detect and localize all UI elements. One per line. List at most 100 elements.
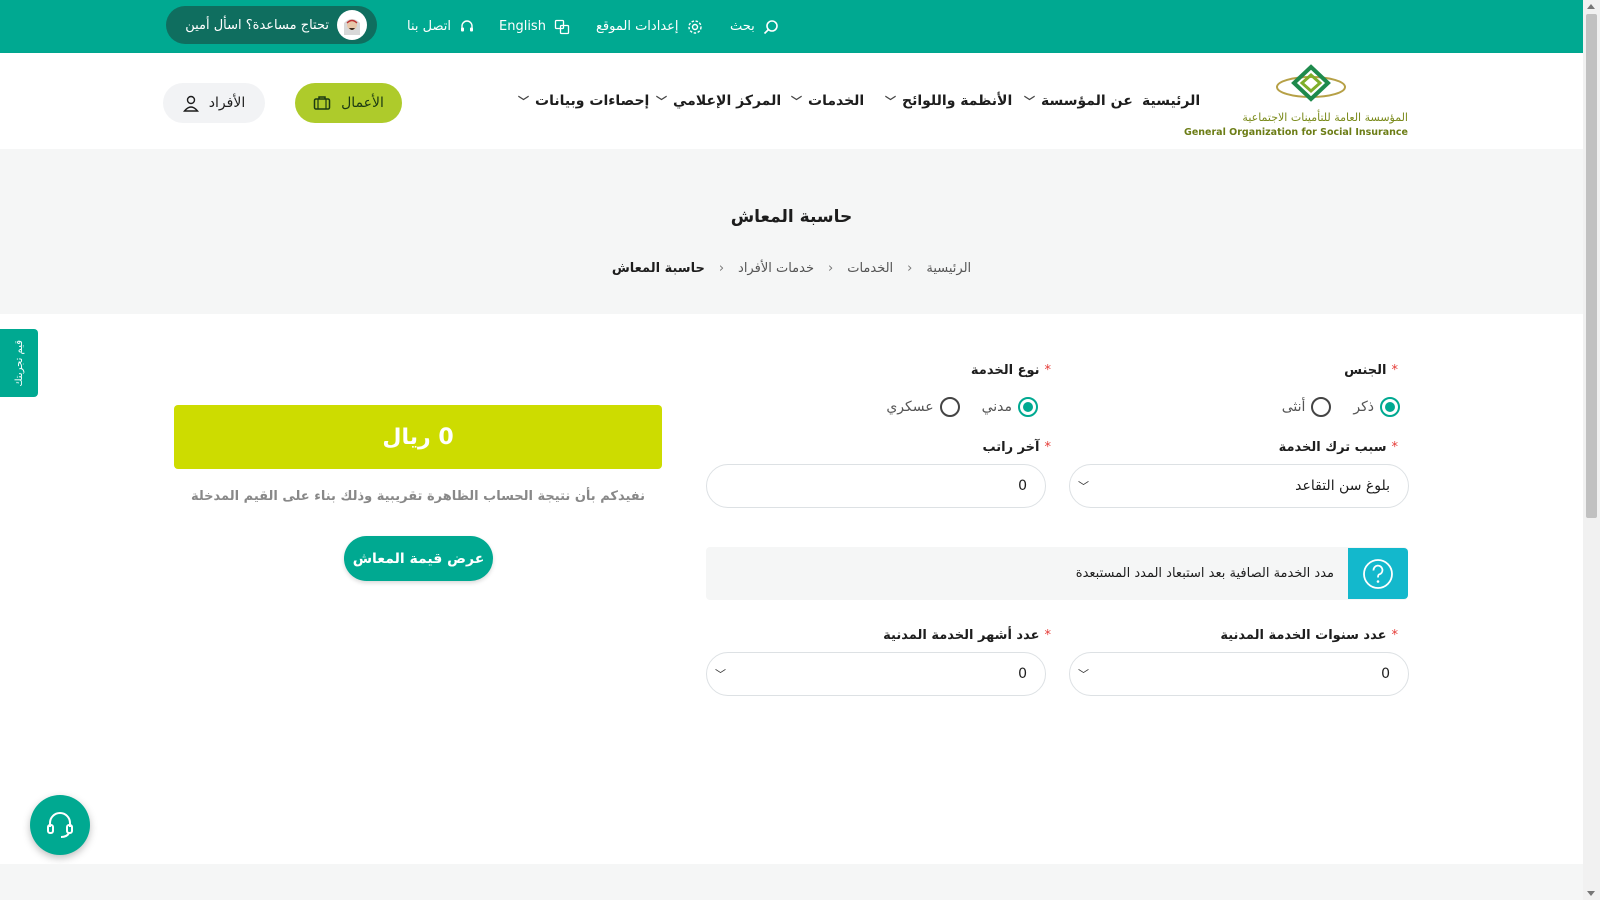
approximation-note: نفيدكم بأن نتيجة الحساب الظاهرة تقريبية …: [190, 489, 646, 504]
nav-label: الرئيسية: [1142, 93, 1201, 109]
chevron-down-icon: ﹀: [656, 95, 667, 108]
gender-option-female[interactable]: أنثى: [1282, 397, 1332, 417]
service-duration-info: مدد الخدمة الصافية بعد استبعاد المدد الم…: [706, 547, 1408, 600]
pension-result: 0 ريال: [174, 405, 662, 469]
nav-item-statistics[interactable]: إحصاءات وبيانات ﹀: [518, 53, 649, 149]
language-switch[interactable]: English: [499, 0, 570, 53]
required-asterisk: *: [1044, 363, 1052, 378]
question-circle-icon: [1348, 548, 1408, 599]
briefcase-icon: [313, 96, 331, 110]
ask-ameen-button[interactable]: تحتاج مساعدة؟ اسأل أمين: [166, 6, 377, 44]
page-title: حاسبة المعاش: [730, 207, 853, 227]
civil-months-label: * عدد أشهر الخدمة المدنية: [883, 628, 1051, 643]
leave-reason-value: بلوغ سن التقاعد: [1295, 478, 1390, 494]
settings-label: إعدادات الموقع: [596, 19, 679, 34]
nav-item-regulations[interactable]: الأنظمة واللوائح ﹀: [885, 53, 1012, 149]
civil-years-label-text: عدد سنوات الخدمة المدنية: [1220, 628, 1387, 643]
last-salary-value: 0: [1018, 478, 1027, 494]
chevron-down-icon: ﹀: [1078, 668, 1089, 681]
breadcrumb-services[interactable]: الخدمات: [847, 261, 893, 276]
business-button[interactable]: الأعمال: [295, 83, 402, 123]
search-link[interactable]: بحث: [730, 0, 779, 53]
show-pension-button[interactable]: عرض قيمة المعاش: [344, 536, 493, 581]
civil-months-select[interactable]: 0 ﹀: [706, 652, 1046, 696]
chevron-down-icon: ﹀: [1024, 95, 1035, 108]
radio-civil[interactable]: [1018, 397, 1038, 417]
scroll-down-arrow-icon[interactable]: [1587, 891, 1595, 896]
individuals-button[interactable]: الأفراد: [163, 83, 265, 123]
footer-band: [0, 864, 1583, 900]
scroll-thumb[interactable]: [1586, 14, 1597, 518]
breadcrumb-individual-services[interactable]: خدمات الأفراد: [738, 261, 814, 276]
rate-experience-tab[interactable]: قيم تجربتك: [0, 329, 38, 397]
leave-reason-label: * سبب ترك الخدمة: [1279, 440, 1398, 455]
chevron-down-icon: ﹀: [715, 668, 726, 681]
service-type-option-civil[interactable]: مدني: [982, 397, 1038, 417]
service-type-option-label: عسكري: [886, 399, 934, 415]
nav-item-services[interactable]: الخدمات ﹀: [791, 53, 864, 149]
gear-icon: [687, 19, 702, 34]
service-type-radio-group: مدني عسكري: [872, 397, 1038, 417]
civil-years-label: * عدد سنوات الخدمة المدنية: [1220, 628, 1398, 643]
nav-label: المركز الإعلامي: [673, 93, 782, 109]
top-utility-bar: بحث إعدادات الموقع English اتصل بنا تحتا…: [0, 0, 1583, 53]
info-text: مدد الخدمة الصافية بعد استبعاد المدد الم…: [1075, 566, 1334, 581]
logo-english-text: General Organization for Social Insuranc…: [1184, 127, 1408, 138]
chat-support-button[interactable]: [30, 795, 90, 855]
chevron-down-icon: ﹀: [518, 95, 529, 108]
breadcrumb-current: حاسبة المعاش: [611, 261, 705, 276]
headset-icon: [460, 19, 473, 31]
required-asterisk: *: [1391, 440, 1399, 455]
nav-item-home[interactable]: الرئيسية: [1142, 53, 1200, 149]
breadcrumb: الرئيسية ‹ الخدمات ‹ خدمات الأفراد ‹ حاس…: [0, 261, 1583, 276]
rate-experience-label: قيم تجربتك: [13, 339, 25, 387]
service-type-option-military[interactable]: عسكري: [886, 397, 960, 417]
gender-option-label: ذكر: [1353, 399, 1374, 415]
radio-female[interactable]: [1311, 397, 1332, 417]
service-type-label-text: نوع الخدمة: [970, 363, 1040, 378]
last-salary-label-text: آخر راتب: [982, 440, 1040, 455]
breadcrumb-separator-icon: ‹: [907, 261, 913, 276]
last-salary-input[interactable]: 0: [706, 464, 1046, 508]
required-asterisk: *: [1391, 363, 1399, 378]
radio-military[interactable]: [939, 397, 960, 417]
nav-label: عن المؤسسة: [1041, 93, 1133, 109]
nav-item-media-center[interactable]: المركز الإعلامي ﹀: [656, 53, 781, 149]
chevron-down-icon: ﹀: [791, 95, 802, 108]
service-type-option-label: مدني: [981, 399, 1012, 415]
main-header: المؤسسة العامة للتأمينات الاجتماعية Gene…: [0, 53, 1583, 149]
site-settings-link[interactable]: إعدادات الموقع: [596, 0, 703, 53]
civil-years-select[interactable]: 0 ﹀: [1069, 652, 1409, 696]
civil-months-value: 0: [1018, 666, 1027, 682]
last-salary-label: * آخر راتب: [982, 440, 1051, 455]
gender-option-label: أنثى: [1281, 399, 1306, 415]
gosi-emblem-icon: [1276, 64, 1346, 102]
gender-radio-group: ذكر أنثى: [1268, 397, 1400, 417]
leave-reason-label-text: سبب ترك الخدمة: [1278, 440, 1387, 455]
gender-label: * الجنس: [1344, 363, 1398, 378]
nav-item-about[interactable]: عن المؤسسة ﹀: [1024, 53, 1133, 149]
scroll-up-arrow-icon[interactable]: [1587, 4, 1595, 9]
gender-label-text: الجنس: [1344, 363, 1387, 378]
service-type-label: * نوع الخدمة: [971, 363, 1051, 378]
nav-label: إحصاءات وبيانات: [535, 93, 650, 109]
civil-years-value: 0: [1381, 666, 1390, 682]
headset-icon: [47, 812, 73, 838]
logo-arabic-text: المؤسسة العامة للتأمينات الاجتماعية: [1242, 111, 1408, 124]
leave-reason-select[interactable]: بلوغ سن التقاعد ﹀: [1069, 464, 1409, 508]
business-label: الأعمال: [341, 95, 384, 111]
contact-link[interactable]: اتصل بنا: [407, 0, 475, 53]
chevron-down-icon: ﹀: [885, 95, 896, 108]
ameen-avatar: [337, 10, 367, 40]
gosi-logo[interactable]: المؤسسة العامة للتأمينات الاجتماعية Gene…: [1184, 63, 1408, 141]
search-icon: [763, 19, 778, 34]
gender-option-male[interactable]: ذكر: [1353, 397, 1400, 417]
individuals-label: الأفراد: [208, 95, 246, 111]
radio-male[interactable]: [1380, 397, 1400, 417]
nav-label: الأنظمة واللوائح: [902, 93, 1013, 109]
user-icon: [182, 95, 199, 112]
required-asterisk: *: [1391, 628, 1399, 643]
page-scrollbar[interactable]: [1583, 0, 1600, 900]
breadcrumb-home[interactable]: الرئيسية: [926, 261, 971, 276]
help-label: تحتاج مساعدة؟ اسأل أمين: [185, 17, 329, 33]
